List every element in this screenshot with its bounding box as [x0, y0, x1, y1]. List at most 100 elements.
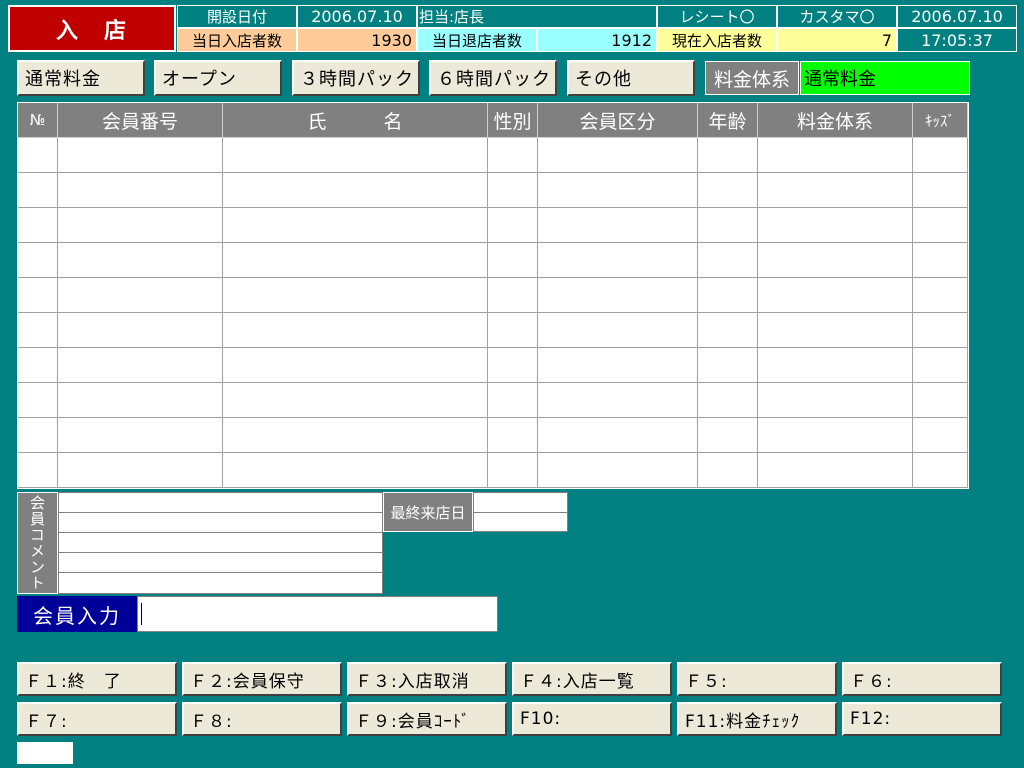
comment-line[interactable] — [59, 573, 382, 593]
table-cell-col-kids[interactable] — [913, 313, 968, 348]
table-cell-col-age[interactable] — [698, 418, 758, 453]
table-cell-col-kids[interactable] — [913, 453, 968, 488]
table-cell-col-no[interactable] — [18, 138, 58, 173]
table-cell-col-fee-system[interactable] — [758, 348, 913, 383]
table-cell-col-age[interactable] — [698, 313, 758, 348]
table-cell-col-member-class[interactable] — [538, 138, 698, 173]
table-cell-col-fee-system[interactable] — [758, 453, 913, 488]
table-cell-col-gender[interactable] — [488, 173, 538, 208]
other-button[interactable]: その他 — [567, 60, 695, 96]
table-cell-col-member-class[interactable] — [538, 278, 698, 313]
fkey-4-button[interactable]: Ｆ４:入店一覧 — [512, 662, 672, 696]
table-cell-col-name[interactable] — [223, 243, 488, 278]
table-cell-col-fee-system[interactable] — [758, 313, 913, 348]
table-cell-col-member-class[interactable] — [538, 453, 698, 488]
table-cell-col-gender[interactable] — [488, 383, 538, 418]
pack-6h-button[interactable]: ６時間パック — [429, 60, 557, 96]
table-cell-col-name[interactable] — [223, 208, 488, 243]
table-cell-col-name[interactable] — [223, 278, 488, 313]
table-cell-col-kids[interactable] — [913, 348, 968, 383]
normal-fee-button[interactable]: 通常料金 — [17, 60, 145, 96]
table-cell-col-fee-system[interactable] — [758, 278, 913, 313]
table-cell-col-member-number[interactable] — [58, 348, 223, 383]
fkey-5-button[interactable]: Ｆ５: — [677, 662, 837, 696]
table-cell-col-member-number[interactable] — [58, 208, 223, 243]
table-cell-col-member-number[interactable] — [58, 313, 223, 348]
table-cell-col-no[interactable] — [18, 348, 58, 383]
table-cell-col-fee-system[interactable] — [758, 208, 913, 243]
table-cell-col-age[interactable] — [698, 208, 758, 243]
table-cell-col-kids[interactable] — [913, 418, 968, 453]
table-cell-col-kids[interactable] — [913, 173, 968, 208]
table-cell-col-age[interactable] — [698, 243, 758, 278]
open-button[interactable]: オープン — [154, 60, 282, 96]
table-cell-col-name[interactable] — [223, 348, 488, 383]
pack-3h-button[interactable]: ３時間パック — [292, 60, 420, 96]
table-cell-col-age[interactable] — [698, 173, 758, 208]
table-cell-col-name[interactable] — [223, 418, 488, 453]
comment-line[interactable] — [59, 493, 382, 513]
fkey-12-button[interactable]: F12: — [842, 702, 1002, 736]
table-cell-col-age[interactable] — [698, 453, 758, 488]
table-cell-col-kids[interactable] — [913, 208, 968, 243]
fkey-2-button[interactable]: Ｆ２:会員保守 — [182, 662, 342, 696]
fkey-9-button[interactable]: Ｆ９:会員ｺｰﾄﾞ — [347, 702, 507, 736]
member-input-field[interactable] — [137, 596, 498, 632]
table-cell-col-member-number[interactable] — [58, 278, 223, 313]
table-cell-col-no[interactable] — [18, 418, 58, 453]
table-cell-col-member-class[interactable] — [538, 418, 698, 453]
table-cell-col-member-class[interactable] — [538, 313, 698, 348]
table-cell-col-no[interactable] — [18, 453, 58, 488]
fkey-6-button[interactable]: Ｆ６: — [842, 662, 1002, 696]
fkey-10-button[interactable]: F10: — [512, 702, 672, 736]
table-cell-col-gender[interactable] — [488, 243, 538, 278]
table-cell-col-no[interactable] — [18, 383, 58, 418]
table-cell-col-gender[interactable] — [488, 138, 538, 173]
comment-line[interactable] — [59, 533, 382, 553]
table-cell-col-kids[interactable] — [913, 278, 968, 313]
table-cell-col-age[interactable] — [698, 138, 758, 173]
table-cell-col-member-number[interactable] — [58, 173, 223, 208]
table-cell-col-name[interactable] — [223, 173, 488, 208]
table-cell-col-fee-system[interactable] — [758, 243, 913, 278]
table-cell-col-gender[interactable] — [488, 278, 538, 313]
table-cell-col-gender[interactable] — [488, 348, 538, 383]
table-cell-col-gender[interactable] — [488, 418, 538, 453]
table-cell-col-member-class[interactable] — [538, 243, 698, 278]
table-cell-col-age[interactable] — [698, 348, 758, 383]
table-cell-col-gender[interactable] — [488, 453, 538, 488]
table-cell-col-fee-system[interactable] — [758, 173, 913, 208]
table-cell-col-kids[interactable] — [913, 383, 968, 418]
table-cell-col-fee-system[interactable] — [758, 418, 913, 453]
table-cell-col-name[interactable] — [223, 313, 488, 348]
table-cell-col-member-number[interactable] — [58, 138, 223, 173]
table-cell-col-name[interactable] — [223, 138, 488, 173]
table-cell-col-member-number[interactable] — [58, 418, 223, 453]
fkey-3-button[interactable]: Ｆ３:入店取消 — [347, 662, 507, 696]
fkey-1-button[interactable]: Ｆ１:終 了 — [17, 662, 177, 696]
table-cell-col-age[interactable] — [698, 383, 758, 418]
table-cell-col-no[interactable] — [18, 243, 58, 278]
table-cell-col-member-class[interactable] — [538, 173, 698, 208]
table-cell-col-fee-system[interactable] — [758, 138, 913, 173]
table-cell-col-gender[interactable] — [488, 313, 538, 348]
fkey-8-button[interactable]: Ｆ８: — [182, 702, 342, 736]
table-cell-col-age[interactable] — [698, 278, 758, 313]
table-cell-col-name[interactable] — [223, 383, 488, 418]
table-cell-col-member-number[interactable] — [58, 383, 223, 418]
table-cell-col-name[interactable] — [223, 453, 488, 488]
table-cell-col-member-class[interactable] — [538, 383, 698, 418]
table-cell-col-no[interactable] — [18, 278, 58, 313]
table-cell-col-fee-system[interactable] — [758, 383, 913, 418]
fkey-7-button[interactable]: Ｆ７: — [17, 702, 177, 736]
table-cell-col-kids[interactable] — [913, 243, 968, 278]
table-cell-col-no[interactable] — [18, 208, 58, 243]
table-cell-col-member-number[interactable] — [58, 453, 223, 488]
comment-line[interactable] — [59, 513, 382, 533]
table-cell-col-member-class[interactable] — [538, 348, 698, 383]
table-cell-col-gender[interactable] — [488, 208, 538, 243]
fkey-11-button[interactable]: F11:料金ﾁｪｯｸ — [677, 702, 837, 736]
comment-line[interactable] — [59, 553, 382, 573]
table-cell-col-member-number[interactable] — [58, 243, 223, 278]
table-cell-col-member-class[interactable] — [538, 208, 698, 243]
